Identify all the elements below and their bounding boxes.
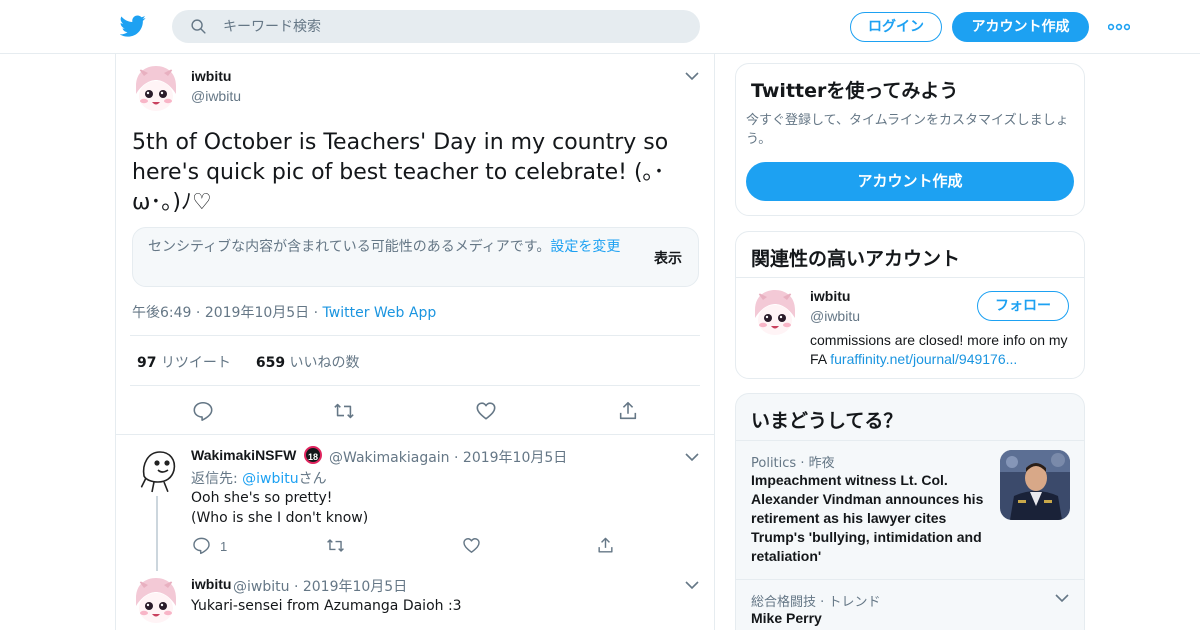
retweet-count: 97 <box>137 355 157 371</box>
bio-link[interactable]: furaffinity.net/journal/949176... <box>830 351 1017 367</box>
tweet-date[interactable]: 2019年10月5日 <box>205 305 309 321</box>
reply-date[interactable]: 2019年10月5日 <box>303 579 407 595</box>
sensitive-message-text: センシティブな内容が含まれている可能性のあるメディアです。 <box>148 239 551 255</box>
reply-author-name[interactable]: iwbitu <box>191 576 231 592</box>
trends-title: いまどうしてる？ <box>751 410 903 432</box>
like-heart-icon[interactable] <box>475 400 497 422</box>
divider <box>116 434 714 435</box>
trends-card: いまどうしてる？ Politics · 昨夜 Impeachment witne… <box>735 393 1085 630</box>
search-icon <box>191 19 206 34</box>
separator-dot: · <box>293 579 299 595</box>
tweet-author-name[interactable]: iwbitu <box>191 68 231 84</box>
separator-dot: · <box>195 305 201 321</box>
replying-to-label: 返信先: <box>191 471 238 487</box>
twitter-bird-icon[interactable] <box>120 13 146 39</box>
reply-author-name[interactable]: WakimakiNSFW <box>191 447 296 463</box>
reply-date[interactable]: 2019年10月5日 <box>463 450 567 466</box>
thread-connector-line <box>156 496 158 571</box>
signup-card-description: 今すぐ登録して、タイムラインをカスタマイズしましょう。 <box>746 113 1069 147</box>
trend-name[interactable]: Mike Perry <box>751 610 822 626</box>
divider <box>130 385 700 386</box>
divider <box>130 335 700 336</box>
tweet-source-link[interactable]: Twitter Web App <box>323 305 437 321</box>
signup-button[interactable]: アカウント作成 <box>952 12 1089 42</box>
show-media-button[interactable]: 表示 <box>654 248 682 268</box>
replying-to-handle[interactable]: @iwbitu <box>242 471 298 487</box>
tweet-metadata: 午後6:49 · 2019年10月5日 · Twitter Web App <box>132 302 436 322</box>
trend-label: トレンド <box>828 595 881 610</box>
like-stat[interactable]: 659 いいねの数 <box>256 355 360 371</box>
replying-to: 返信先: @iwbituさん <box>191 468 327 488</box>
reply-icon[interactable] <box>192 400 214 422</box>
reply-author-avatar[interactable] <box>132 576 180 624</box>
retweet-icon[interactable] <box>326 536 345 555</box>
reply-meta: @Wakimakiagain · 2019年10月5日 <box>329 447 567 467</box>
sensitive-media-notice: センシティブな内容が含まれている可能性のあるメディアです。設定を変更 表示 <box>132 227 699 287</box>
tweet-author-handle[interactable]: @iwbitu <box>191 88 241 104</box>
trend-item-meta: 総合格闘技 · トレンド <box>751 591 880 610</box>
chevron-down-icon[interactable] <box>685 72 699 81</box>
age-18-badge: 18 <box>304 446 322 464</box>
replying-to-suffix: さん <box>298 471 327 487</box>
chevron-down-icon[interactable] <box>1055 594 1069 603</box>
tweet-stats: 97 リツイート 659 いいねの数 <box>137 352 360 372</box>
reply-icon[interactable] <box>192 536 211 555</box>
chevron-down-icon[interactable] <box>685 453 699 462</box>
divider <box>736 579 1084 580</box>
like-count: 659 <box>255 355 286 371</box>
like-heart-icon[interactable] <box>462 536 481 555</box>
trend-thumbnail[interactable] <box>1000 450 1070 520</box>
separator-dot: · <box>313 305 319 321</box>
signup-card-title: Twitterを使ってみよう <box>751 80 959 102</box>
reply-author-handle[interactable]: @Wakimakiagain <box>329 450 450 466</box>
reply-text: Yukari-sensei from Azumanga Daioh :3 <box>191 598 462 614</box>
divider <box>736 277 1084 278</box>
reply-count: 1 <box>220 539 228 554</box>
related-account-name[interactable]: iwbitu <box>810 288 850 304</box>
like-label: いいねの数 <box>289 355 360 371</box>
login-button[interactable]: ログイン <box>850 12 942 42</box>
tweet-time[interactable]: 午後6:49 <box>132 305 191 321</box>
retweet-label: リツイート <box>160 355 231 371</box>
sidebar-signup-button[interactable]: アカウント作成 <box>746 162 1074 201</box>
chevron-down-icon[interactable] <box>685 581 699 590</box>
reply-author-handle[interactable]: @iwbitu <box>233 579 289 595</box>
tweet-text: 5th of October is Teachers' Day in my co… <box>132 130 669 215</box>
divider <box>736 440 1084 441</box>
search-box[interactable] <box>172 10 700 43</box>
change-settings-link[interactable]: 設定を変更 <box>550 239 620 255</box>
more-dots-icon[interactable] <box>1108 23 1130 31</box>
related-account-handle[interactable]: @iwbitu <box>810 308 860 324</box>
trend-category: 総合格闘技 <box>751 595 817 610</box>
related-account-avatar[interactable] <box>751 288 799 336</box>
search-input[interactable] <box>223 16 663 37</box>
trend-headline[interactable]: Impeachment witness Lt. Col. Alexander V… <box>751 471 987 566</box>
share-icon[interactable] <box>596 536 615 555</box>
retweet-stat[interactable]: 97 リツイート <box>137 355 231 371</box>
separator-dot: · <box>800 456 805 471</box>
top-navigation-bar: ログイン アカウント作成 <box>0 0 1200 54</box>
related-accounts-title: 関連性の高いアカウント <box>751 248 961 270</box>
sensitive-media-message: センシティブな内容が含まれている可能性のあるメディアです。設定を変更 <box>148 238 638 257</box>
related-accounts-card: 関連性の高いアカウント iwbitu @iwbitu フォロー commissi… <box>735 231 1085 379</box>
trend-time: 昨夜 <box>808 456 835 471</box>
reply-author-avatar[interactable] <box>134 446 182 494</box>
separator-dot: · <box>454 450 459 466</box>
related-account-bio: commissions are closed! more info on my … <box>810 331 1072 369</box>
signup-card: Twitterを使ってみよう 今すぐ登録して、タイムラインをカスタマイズしましょ… <box>735 63 1085 216</box>
tweet-author-avatar[interactable] <box>132 64 180 112</box>
separator-dot: · <box>820 595 825 610</box>
follow-button[interactable]: フォロー <box>977 291 1069 321</box>
share-icon[interactable] <box>617 400 639 422</box>
reply-text: Ooh she's so pretty! (Who is she I don't… <box>191 490 369 526</box>
trend-category: Politics <box>751 456 797 471</box>
main-timeline: iwbitu @iwbitu 5th of October is Teacher… <box>115 54 715 630</box>
retweet-icon[interactable] <box>333 400 355 422</box>
reply-meta: @iwbitu · 2019年10月5日 <box>233 576 407 596</box>
trend-item-meta: Politics · 昨夜 <box>751 452 835 471</box>
